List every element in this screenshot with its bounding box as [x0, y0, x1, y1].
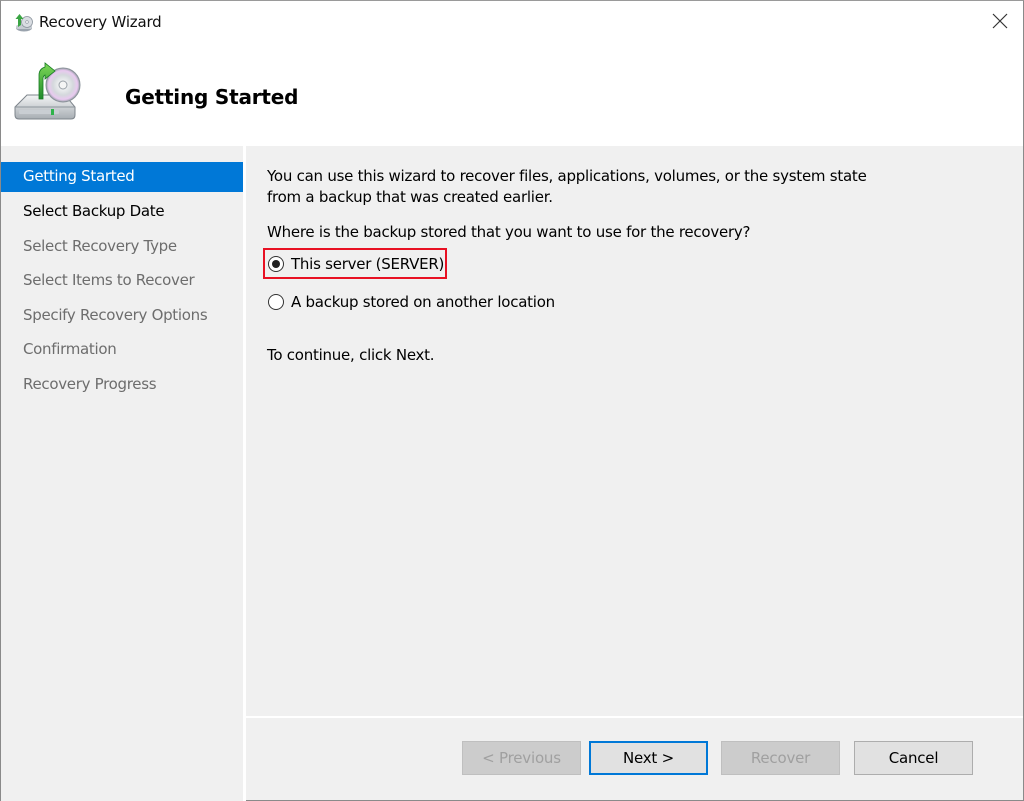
sidebar-item-specify-recovery-options: Specify Recovery Options: [23, 305, 208, 324]
wizard-steps-sidebar: Getting Started Select Backup Date Selec…: [1, 146, 243, 801]
previous-button[interactable]: < Previous: [462, 741, 581, 775]
backup-location-question: Where is the backup stored that you want…: [267, 223, 751, 241]
wizard-header: Getting Started: [1, 45, 1023, 146]
sidebar-item-confirmation: Confirmation: [23, 340, 117, 358]
cancel-button[interactable]: Cancel: [854, 741, 973, 775]
wizard-footer: < Previous Next > Recover Cancel: [246, 718, 1023, 800]
close-button[interactable]: [977, 1, 1023, 41]
sidebar-item-select-items-to-recover: Select Items to Recover: [23, 271, 195, 289]
recover-button[interactable]: Recover: [721, 741, 840, 775]
sidebar-item-select-recovery-type: Select Recovery Type: [23, 236, 177, 255]
close-icon: [992, 13, 1008, 29]
backup-drive-restore-icon: [9, 55, 81, 127]
radio-option-this-server[interactable]: This server (SERVER): [268, 255, 444, 273]
intro-text: You can use this wizard to recover files…: [267, 167, 867, 206]
sidebar-item-recovery-progress: Recovery Progress: [23, 374, 157, 393]
next-button[interactable]: Next >: [589, 741, 708, 775]
radio-button-unselected[interactable]: [268, 294, 284, 310]
sidebar-item-getting-started: Getting Started: [1, 162, 243, 192]
window-title: Recovery Wizard: [39, 13, 162, 31]
wizard-content: You can use this wizard to recover files…: [246, 146, 1023, 716]
recovery-wizard-window: Recovery Wizard Getting Started Getting …: [0, 0, 1024, 801]
radio-label-another-location: A backup stored on another location: [291, 293, 555, 311]
recovery-wizard-icon: [12, 13, 34, 33]
radio-option-another-location[interactable]: A backup stored on another location: [268, 293, 555, 311]
page-title: Getting Started: [125, 85, 299, 109]
title-bar: Recovery Wizard: [1, 1, 1023, 45]
continue-instruction: To continue, click Next.: [267, 346, 435, 364]
radio-button-selected[interactable]: [268, 256, 284, 272]
sidebar-item-select-backup-date: Select Backup Date: [23, 202, 165, 220]
radio-label-this-server: This server (SERVER): [291, 255, 445, 273]
